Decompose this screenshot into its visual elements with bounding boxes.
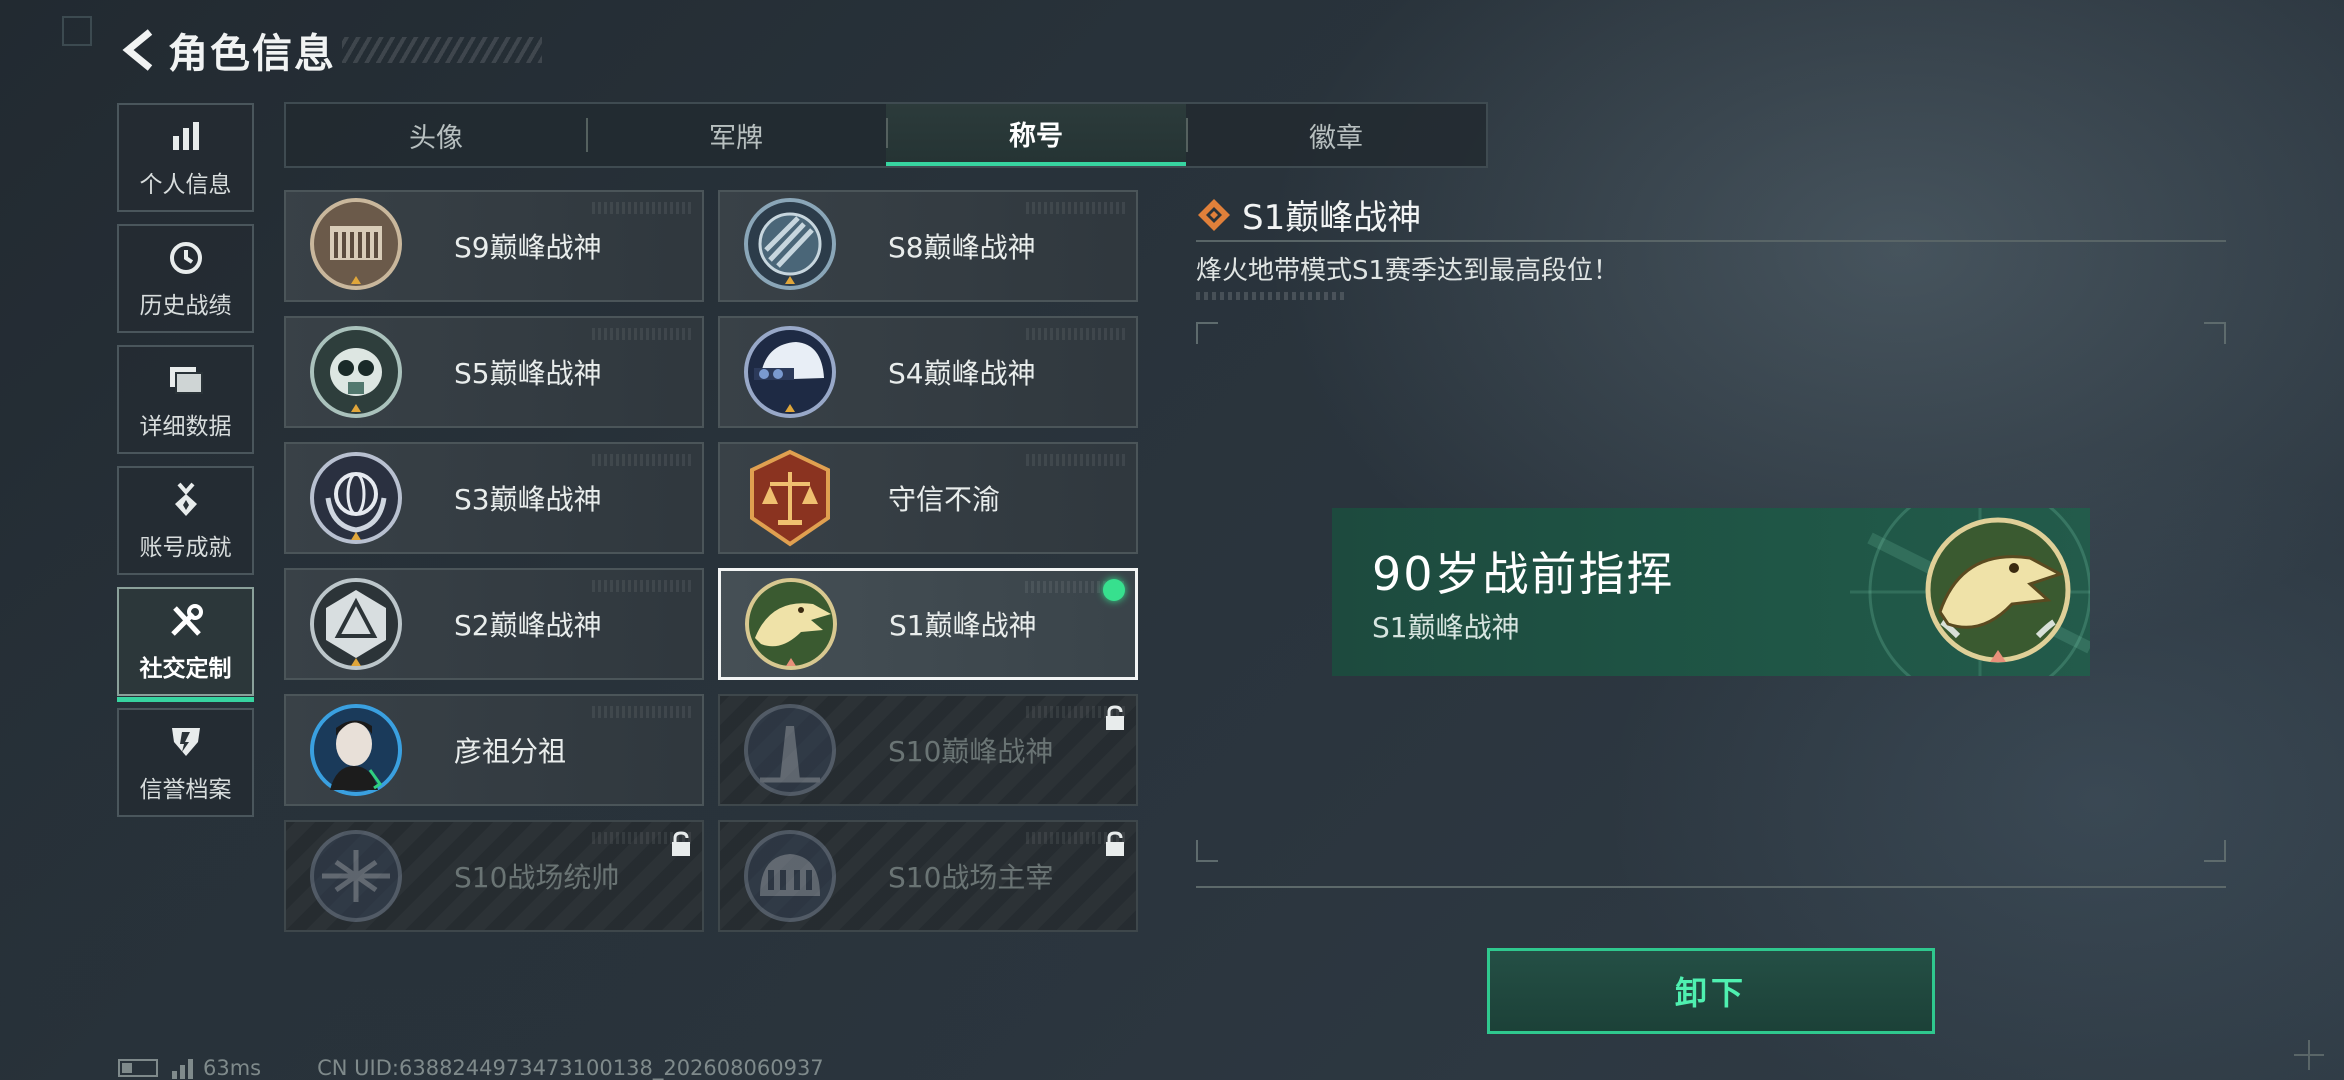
lock-icon [672,831,690,856]
unequip-button[interactable]: 卸下 [1487,948,1935,1034]
preview-title: S1巅峰战神 [1372,611,1520,644]
bottom-divider [1196,886,2226,888]
title-label: S10战场统帅 [454,861,620,894]
back-button[interactable] [118,25,158,75]
title-card[interactable]: S9巅峰战神 [284,190,704,302]
history-clock-icon [166,238,206,278]
nav-item-personal-info[interactable]: 个人信息 [117,103,254,212]
triangle-shield-emblem-icon [306,574,406,674]
tab-dog-tag[interactable]: 军牌 [586,104,886,166]
signal-icon [172,1057,193,1079]
nav-label: 历史战绩 [139,292,232,319]
nav-label: 个人信息 [139,171,232,198]
crocodile-emblem-icon [1925,517,2071,663]
diamond-icon [1198,198,1230,231]
page-title: 角色信息 [168,31,336,77]
title-card-selected[interactable]: S1巅峰战神 [718,568,1138,680]
title-label: S5巅峰战神 [454,357,602,390]
title-card[interactable]: S3巅峰战神 [284,442,704,554]
tower-emblem-icon [740,700,840,800]
detail-sub-decoration [1196,292,1346,300]
title-label: S4巅峰战神 [888,357,1036,390]
page-header: 角色信息 [118,20,542,80]
title-label: 守信不渝 [888,483,1001,516]
nav-label: 信誉档案 [139,776,232,803]
title-card[interactable]: S5巅峰战神 [284,316,704,428]
detail-title: S1巅峰战神 [1242,198,1422,238]
medal-icon [166,480,206,520]
lock-icon [1106,831,1124,856]
title-card[interactable]: S2巅峰战神 [284,568,704,680]
crocodile-emblem-icon [741,574,841,674]
title-label: S10战场主宰 [888,861,1054,894]
back-arrow-icon [122,29,153,71]
shield-badge-icon [166,722,206,762]
status-bar: 63ms CN UID:6388244973473100138_20260806… [118,1056,824,1080]
gas-mask-skull-emblem-icon [306,322,406,422]
title-card-locked[interactable]: S10战场统帅 [284,820,704,932]
tab-avatar[interactable]: 头像 [286,104,586,166]
title-label: S8巅峰战神 [888,231,1036,264]
fortress-emblem-icon [306,196,406,296]
lock-icon [1106,705,1124,730]
preview-player-name: 90岁战前指挥 [1372,547,1675,601]
title-label: S9巅峰战神 [454,231,602,264]
title-label: S10巅峰战神 [888,735,1054,768]
title-card[interactable]: S4巅峰战神 [718,316,1138,428]
title-preview-card: 90岁战前指挥 S1巅峰战神 [1332,508,2090,676]
battery-icon [118,1059,158,1077]
ping-value: 63ms [203,1056,262,1080]
title-card-locked[interactable]: S10战场主宰 [718,820,1138,932]
tab-title[interactable]: 称号 [886,104,1186,166]
title-card-locked[interactable]: S10巅峰战神 [718,694,1138,806]
nav-item-achievements[interactable]: 账号成就 [117,466,254,575]
detail-description: 烽火地带模式S1赛季达到最高段位！ [1196,256,1620,286]
nav-label: 社交定制 [139,655,232,682]
category-tabs: 头像 军牌 称号 徽章 [284,102,1488,168]
title-card[interactable]: S8巅峰战神 [718,190,1138,302]
title-label: 彦祖分祖 [454,735,567,768]
nav-item-detailed-data[interactable]: 详细数据 [117,345,254,454]
aircraft-emblem-icon [306,826,406,926]
bar-chart-icon [166,117,206,157]
portrait-emblem-icon [306,700,406,800]
corner-frame-mark [62,16,92,46]
title-label: S1巅峰战神 [889,609,1037,642]
globe-laurel-emblem-icon [306,448,406,548]
striped-globe-emblem-icon [740,196,840,296]
nav-label: 详细数据 [139,413,232,440]
nav-item-history[interactable]: 历史战绩 [117,224,254,333]
helmet-emblem-icon [740,322,840,422]
nav-item-reputation[interactable]: 信誉档案 [117,708,254,817]
tools-icon [166,601,206,641]
user-uid: CN UID:6388244973473100138_202608060937 [317,1056,824,1080]
colosseum-emblem-icon [740,826,840,926]
title-grid: S9巅峰战神 S8巅峰战神 S5巅峰战神 S4巅峰战神 S3巅峰战神 守信不渝 [284,190,1140,932]
detail-header: S1巅峰战神 [1196,190,1421,239]
title-decoration [342,37,542,63]
nav-item-social-custom[interactable]: 社交定制 [117,587,254,702]
detail-divider [1196,240,2226,242]
title-label: S2巅峰战神 [454,609,602,642]
equipped-indicator [1103,579,1125,601]
title-label: S3巅峰战神 [454,483,602,516]
corner-plus-icon [2294,1040,2324,1070]
nav-label: 账号成就 [139,534,232,561]
title-card[interactable]: 彦祖分祖 [284,694,704,806]
folder-icon [166,359,206,399]
tab-badge[interactable]: 徽章 [1186,104,1486,166]
title-card[interactable]: 守信不渝 [718,442,1138,554]
left-nav: 个人信息 历史战绩 详细数据 账号成就 社交定制 信誉档案 [117,103,254,829]
scales-emblem-icon [740,448,840,548]
